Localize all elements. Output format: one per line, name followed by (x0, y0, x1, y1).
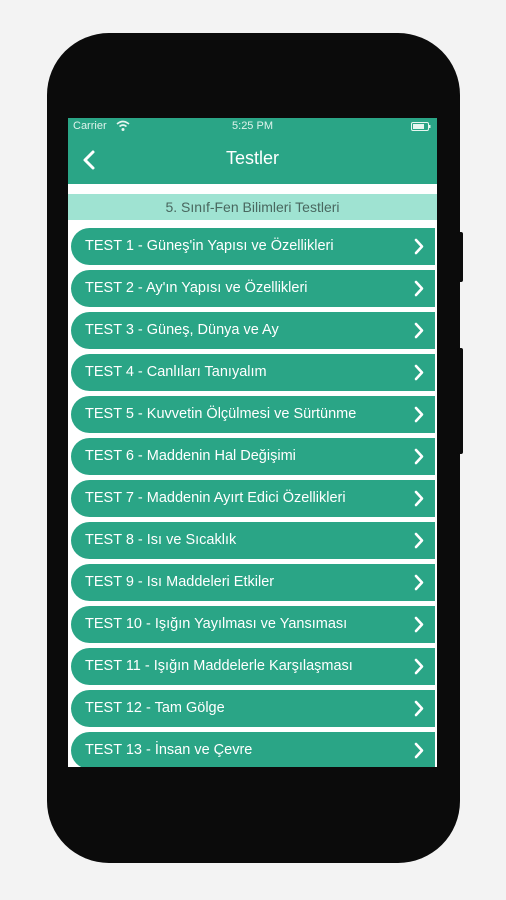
chevron-right-icon (414, 616, 424, 633)
page-title: Testler (225, 148, 279, 168)
clock: 5:25 PM (232, 120, 273, 132)
app-screen: Carrier 5:25 PM Testler 5. Sınıf-Fen Bil… (68, 118, 437, 767)
chevron-right-icon (414, 742, 424, 759)
test-list-item[interactable]: TEST 6 - Maddenin Hal Değişimi (71, 438, 435, 475)
test-label: TEST 13 - İnsan ve Çevre (85, 742, 253, 758)
chevron-right-icon (414, 658, 424, 675)
test-list-item[interactable]: TEST 2 - Ay'ın Yapısı ve Özellikleri (71, 270, 435, 307)
test-label: TEST 7 - Maddenin Ayırt Edici Özellikler… (85, 490, 346, 506)
battery-icon (411, 122, 431, 131)
power-button (457, 348, 463, 454)
chevron-right-icon (414, 364, 424, 381)
volume-button (457, 232, 463, 282)
test-list-item[interactable]: TEST 8 - Isı ve Sıcaklık (71, 522, 435, 559)
test-label: TEST 2 - Ay'ın Yapısı ve Özellikleri (85, 280, 308, 296)
test-list-item[interactable]: TEST 5 - Kuvvetin Ölçülmesi ve Sürtünme (71, 396, 435, 433)
section-header: 5. Sınıf-Fen Bilimleri Testleri (68, 194, 437, 220)
test-label: TEST 8 - Isı ve Sıcaklık (85, 532, 237, 548)
test-list-item[interactable]: TEST 11 - Işığın Maddelerle Karşılaşması (71, 648, 435, 685)
test-list-item[interactable]: TEST 13 - İnsan ve Çevre (71, 732, 435, 767)
chevron-right-icon (414, 490, 424, 507)
chevron-right-icon (414, 280, 424, 297)
test-label: TEST 6 - Maddenin Hal Değişimi (85, 448, 296, 464)
navigation-bar: Testler (68, 136, 437, 184)
test-list-item[interactable]: TEST 9 - Isı Maddeleri Etkiler (71, 564, 435, 601)
test-list-item[interactable]: TEST 12 - Tam Gölge (71, 690, 435, 727)
test-label: TEST 10 - Işığın Yayılması ve Yansıması (85, 616, 348, 632)
test-list-item[interactable]: TEST 4 - Canlıları Tanıyalım (71, 354, 435, 391)
chevron-right-icon (414, 700, 424, 717)
test-label: TEST 11 - Işığın Maddelerle Karşılaşması (85, 658, 353, 674)
chevron-right-icon (414, 406, 424, 423)
chevron-right-icon (414, 448, 424, 465)
test-label: TEST 4 - Canlıları Tanıyalım (85, 364, 267, 380)
test-label: TEST 1 - Güneş'in Yapısı ve Özellikleri (85, 238, 334, 254)
chevron-right-icon (414, 238, 424, 255)
status-bar: Carrier 5:25 PM (68, 118, 437, 136)
chevron-right-icon (414, 532, 424, 549)
test-list: TEST 1 - Güneş'in Yapısı ve Özellikleri T… (71, 228, 435, 767)
chevron-right-icon (414, 322, 424, 339)
test-list-item[interactable]: TEST 1 - Güneş'in Yapısı ve Özellikleri (71, 228, 435, 265)
test-label: TEST 5 - Kuvvetin Ölçülmesi ve Sürtünme (85, 406, 357, 422)
chevron-right-icon (414, 574, 424, 591)
test-label: TEST 9 - Isı Maddeleri Etkiler (85, 574, 275, 590)
test-label: TEST 3 - Güneş, Dünya ve Ay (85, 322, 279, 338)
test-label: TEST 12 - Tam Gölge (85, 700, 225, 716)
test-list-item[interactable]: TEST 10 - Işığın Yayılması ve Yansıması (71, 606, 435, 643)
test-list-item[interactable]: TEST 7 - Maddenin Ayırt Edici Özellikler… (71, 480, 435, 517)
test-list-item[interactable]: TEST 3 - Güneş, Dünya ve Ay (71, 312, 435, 349)
